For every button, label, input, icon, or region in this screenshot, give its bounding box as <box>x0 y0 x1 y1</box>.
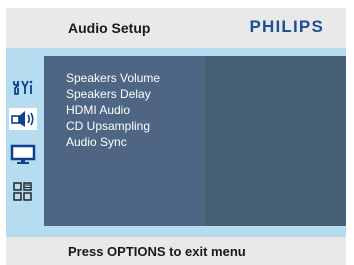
footer-hint: Press OPTIONS to exit menu <box>68 244 246 259</box>
page-title: Audio Setup <box>68 20 151 36</box>
general-settings-icon[interactable] <box>9 77 37 99</box>
audio-setup-screen: Audio Setup PHILIPS Speakers Volume Spea… <box>0 0 354 265</box>
menu-item-speakers-delay[interactable]: Speakers Delay <box>66 86 160 102</box>
menu-item-hdmi-audio[interactable]: HDMI Audio <box>66 102 160 118</box>
audio-speaker-icon[interactable] <box>9 108 37 130</box>
menu-panel: Speakers Volume Speakers Delay HDMI Audi… <box>44 56 205 226</box>
brand-logo: PHILIPS <box>249 17 324 36</box>
menu-item-cd-upsampling[interactable]: CD Upsampling <box>66 118 160 134</box>
menu-item-audio-sync[interactable]: Audio Sync <box>66 134 160 150</box>
header-bar: Audio Setup PHILIPS <box>6 8 346 48</box>
audio-options-list: Speakers Volume Speakers Delay HDMI Audi… <box>66 70 160 150</box>
preferences-icon[interactable] <box>9 180 37 202</box>
video-monitor-icon[interactable] <box>9 144 37 166</box>
menu-item-speakers-volume[interactable]: Speakers Volume <box>66 70 160 86</box>
footer-bar: Press OPTIONS to exit menu <box>6 237 346 265</box>
submenu-panel <box>205 56 346 226</box>
content-area: Speakers Volume Speakers Delay HDMI Audi… <box>6 48 346 237</box>
